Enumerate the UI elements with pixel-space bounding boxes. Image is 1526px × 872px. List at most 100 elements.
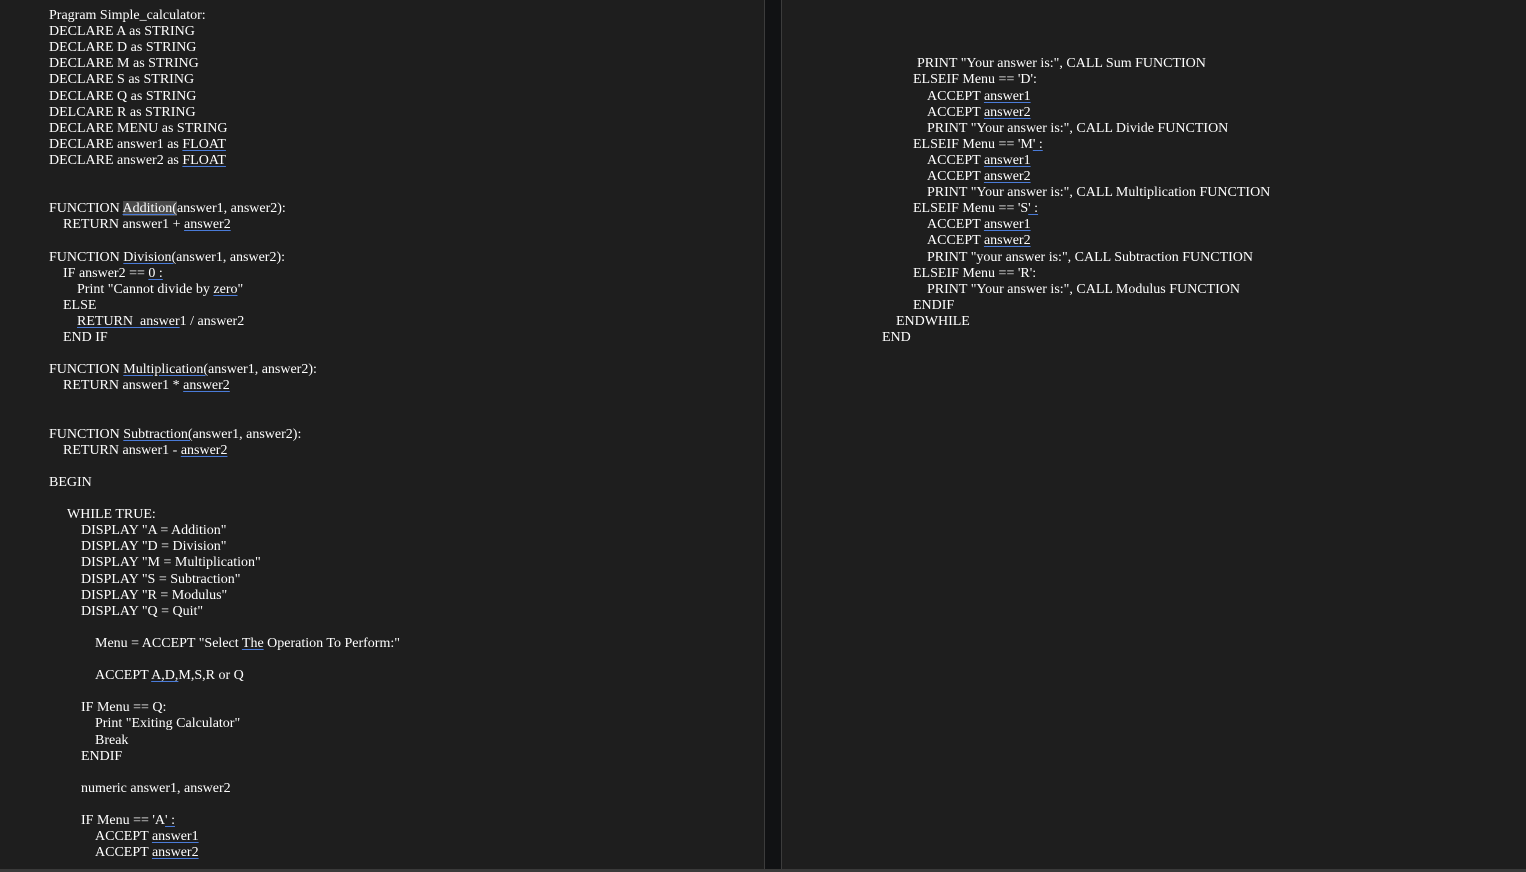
spellcheck-flagged-text: answer1 <box>151 829 199 844</box>
code-text: Print "Exiting Calculator" <box>95 716 241 731</box>
left-code-line[interactable]: DISPLAY "A = Addition" <box>81 523 226 539</box>
left-code-line[interactable]: FUNCTION Division(answer1, answer2): <box>49 250 285 266</box>
code-text: FUNCTION <box>49 362 124 377</box>
right-code-line[interactable]: PRINT "your answer is:", CALL Subtractio… <box>927 250 1253 266</box>
left-code-line[interactable]: WHILE TRUE: <box>67 507 156 523</box>
left-code-line[interactable]: Print "Cannot divide by zero" <box>77 282 243 298</box>
spellcheck-flagged-text: zero <box>213 282 238 297</box>
left-code-line[interactable]: Break <box>95 733 128 749</box>
left-code-line[interactable]: FUNCTION Addition(answer1, answer2): <box>49 201 286 217</box>
left-code-line[interactable]: END IF <box>63 330 108 346</box>
left-code-line[interactable]: RETURN answer1 / answer2 <box>77 314 244 330</box>
left-code-line[interactable]: ACCEPT answer1 <box>95 829 199 845</box>
left-code-line[interactable]: RETURN answer1 + answer2 <box>63 217 231 233</box>
code-text: PRINT "Your answer is:", CALL Multiplica… <box>927 185 1271 200</box>
code-text: ACCEPT <box>927 169 984 184</box>
right-code-line[interactable]: ENDIF <box>913 298 954 314</box>
code-text: DISPLAY "D = Division" <box>81 539 227 554</box>
left-code-line[interactable]: DECLARE answer2 as FLOAT <box>49 153 226 169</box>
left-code-line[interactable]: Menu = ACCEPT "Select The Operation To P… <box>95 636 400 652</box>
spellcheck-flagged-text: answer1 <box>983 153 1031 168</box>
left-code-line[interactable]: numeric answer1, answer2 <box>81 781 231 797</box>
left-code-line[interactable]: DECLARE Q as STRING <box>49 89 196 105</box>
code-text: DELCARE R as STRING <box>49 105 196 120</box>
spellcheck-flagged-text: Subtraction( <box>123 427 193 442</box>
left-code-line[interactable]: ACCEPT A,D,M,S,R or Q <box>95 668 244 684</box>
left-code-line[interactable]: FUNCTION Multiplication(answer1, answer2… <box>49 362 317 378</box>
left-code-line[interactable]: DISPLAY "Q = Quit" <box>81 604 203 620</box>
code-text: numeric answer1, answer2 <box>81 781 231 796</box>
code-text: ENDIF <box>913 298 955 313</box>
code-text: RETURN answer1 * <box>63 378 184 393</box>
spellcheck-flagged-text: FLOAT <box>182 137 226 152</box>
code-text: IF Menu == Q: <box>81 700 167 715</box>
code-text: ACCEPT <box>927 153 984 168</box>
spellcheck-flagged-text: answer1 <box>983 89 1031 104</box>
left-code-line[interactable]: ELSE <box>63 298 96 314</box>
left-code-line[interactable]: ENDIF <box>81 749 122 765</box>
code-text: DECLARE answer2 as <box>49 153 183 168</box>
left-code-line[interactable]: DISPLAY "R = Modulus" <box>81 588 227 604</box>
right-code-line[interactable]: ACCEPT answer1 <box>927 153 1031 169</box>
right-code-line[interactable]: ACCEPT answer2 <box>927 105 1031 121</box>
right-code-line[interactable]: PRINT "Your answer is:", CALL Divide FUN… <box>927 121 1228 137</box>
right-code-line[interactable]: ACCEPT answer1 <box>927 89 1031 105</box>
left-code-line[interactable]: DECLARE S as STRING <box>49 72 194 88</box>
code-text: FUNCTION <box>49 201 123 216</box>
code-text: ELSE <box>63 298 97 313</box>
left-code-line[interactable]: IF answer2 == 0 : <box>63 266 163 282</box>
left-code-line[interactable]: FUNCTION Subtraction(answer1, answer2): <box>49 427 301 443</box>
left-code-line[interactable]: Print "Exiting Calculator" <box>95 716 240 732</box>
right-code-line[interactable]: PRINT "Your answer is:", CALL Sum FUNCTI… <box>917 56 1206 72</box>
right-code-line[interactable]: PRINT "Your answer is:", CALL Modulus FU… <box>927 282 1240 298</box>
right-code-line[interactable]: ACCEPT answer2 <box>927 169 1031 185</box>
left-code-line[interactable]: BEGIN <box>49 475 92 491</box>
code-text: ELSEIF Menu == 'R': <box>913 266 1037 281</box>
left-code-line[interactable]: DECLARE A as STRING <box>49 24 195 40</box>
left-code-line[interactable]: DISPLAY "D = Division" <box>81 539 226 555</box>
right-code-line[interactable]: ELSEIF Menu == 'D': <box>913 72 1037 88</box>
code-text: ELSEIF Menu == 'D': <box>913 72 1037 87</box>
right-code-line[interactable]: END <box>882 330 911 346</box>
code-text: ACCEPT <box>927 217 984 232</box>
left-code-line[interactable]: RETURN answer1 * answer2 <box>63 378 230 394</box>
left-code-line[interactable]: DELCARE R as STRING <box>49 105 196 121</box>
left-code-line[interactable]: DISPLAY "M = Multiplication" <box>81 555 261 571</box>
spellcheck-flagged-text: ' : <box>1028 201 1039 216</box>
code-text: DISPLAY "Q = Quit" <box>81 604 204 619</box>
left-code-line[interactable]: IF Menu == 'A' : <box>81 813 175 829</box>
code-text: Break <box>95 733 129 748</box>
code-text: DISPLAY "R = Modulus" <box>81 588 228 603</box>
left-code-line[interactable]: DECLARE MENU as STRING <box>49 121 228 137</box>
spellcheck-flagged-text: ' : <box>1032 137 1043 152</box>
code-text: BEGIN <box>49 475 92 490</box>
left-code-line[interactable]: RETURN answer1 - answer2 <box>63 443 227 459</box>
left-code-line[interactable]: DISPLAY "S = Subtraction" <box>81 572 240 588</box>
spellcheck-flagged-text: Division( <box>123 250 177 265</box>
right-code-line[interactable]: ACCEPT answer2 <box>927 233 1031 249</box>
left-code-line[interactable]: Pragram Simple_calculator: <box>49 8 206 24</box>
code-text: DECLARE M as STRING <box>49 56 199 71</box>
code-text: ENDIF <box>81 749 123 764</box>
code-text: ACCEPT <box>927 89 984 104</box>
code-text: WHILE TRUE: <box>67 507 156 522</box>
right-code-line[interactable]: PRINT "Your answer is:", CALL Multiplica… <box>927 185 1270 201</box>
code-text: IF Menu == 'A <box>81 813 166 828</box>
right-code-line[interactable]: ENDWHILE <box>896 314 970 330</box>
code-text: PRINT "your answer is:", CALL Subtractio… <box>927 250 1254 265</box>
spellcheck-flagged-text: Addition( <box>122 201 177 216</box>
left-code-line[interactable]: DECLARE answer1 as FLOAT <box>49 137 226 153</box>
code-text: DECLARE MENU as STRING <box>49 121 228 136</box>
left-code-line[interactable]: DECLARE D as STRING <box>49 40 196 56</box>
right-code-line[interactable]: ACCEPT answer1 <box>927 217 1031 233</box>
code-text: END <box>882 330 911 345</box>
right-code-line[interactable]: ELSEIF Menu == 'S' : <box>913 201 1038 217</box>
left-code-line[interactable]: ACCEPT answer2 <box>95 845 199 861</box>
right-code-line[interactable]: ELSEIF Menu == 'M' : <box>913 137 1043 153</box>
right-code-line[interactable]: ELSEIF Menu == 'R': <box>913 266 1036 282</box>
left-code-line[interactable]: IF Menu == Q: <box>81 700 166 716</box>
spellcheck-flagged-text: answer2 <box>983 233 1031 248</box>
code-text: M,S,R or Q <box>178 668 244 683</box>
left-code-line[interactable]: DECLARE M as STRING <box>49 56 199 72</box>
spellcheck-flagged-text: answer2 <box>983 105 1031 120</box>
